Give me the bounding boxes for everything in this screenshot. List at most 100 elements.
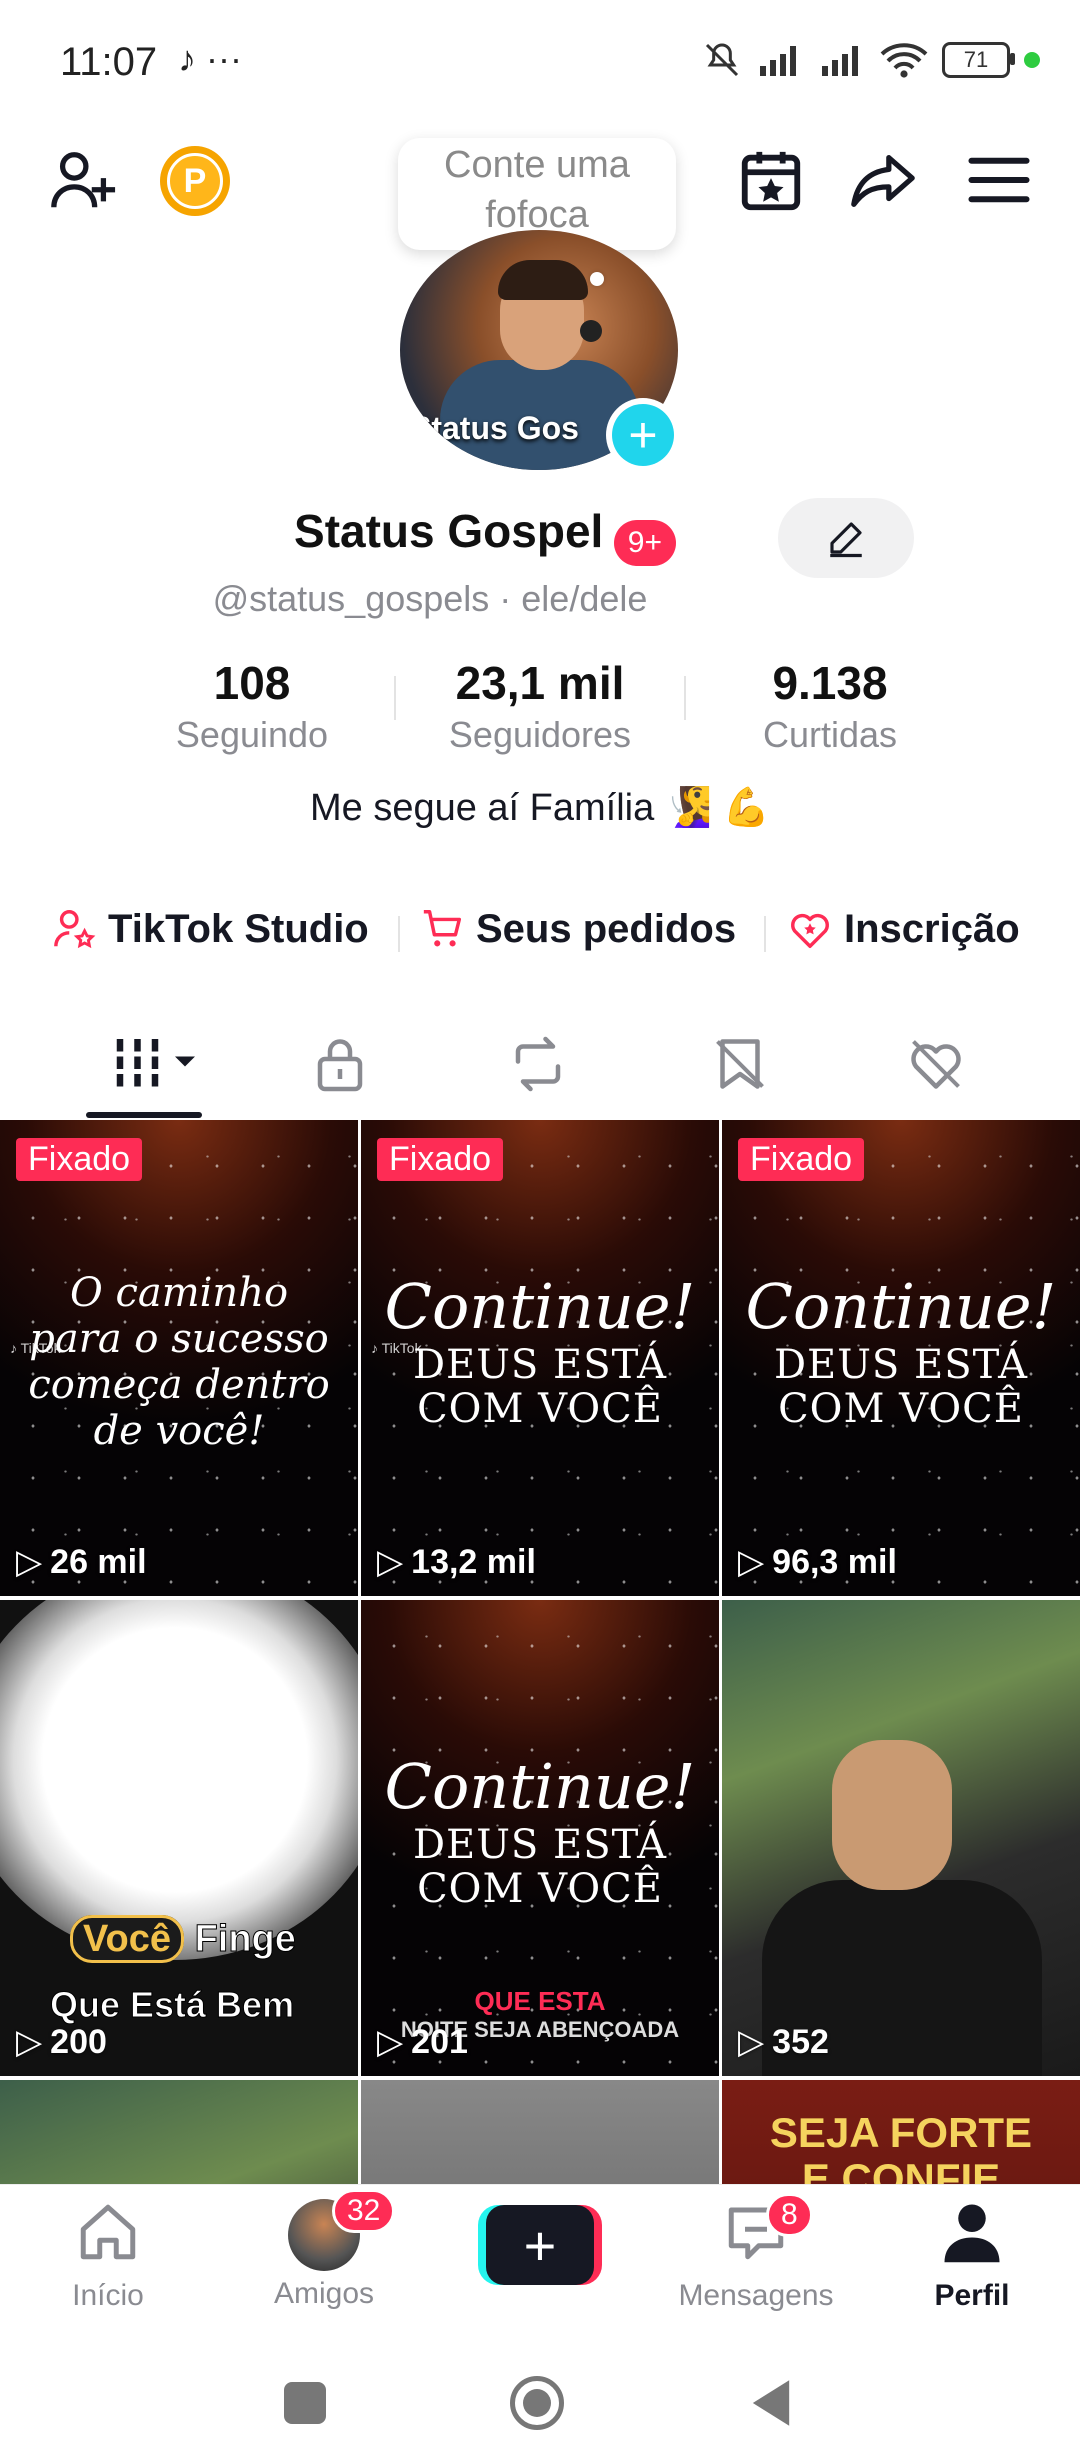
profile-tabs: [0, 1020, 1080, 1118]
video-text: SEJA FORTE E CONFIE: [722, 2110, 1080, 2185]
link-label: TikTok Studio: [108, 906, 369, 951]
avatar-caption: Status Gos: [410, 410, 579, 446]
status-notification-icons: ♪ ···: [178, 38, 242, 79]
bubble-line-1: Conte uma: [444, 144, 630, 186]
play-icon: ▷: [16, 2023, 43, 2061]
video-tile[interactable]: [361, 2080, 719, 2184]
view-count: ▷ 26 mil: [16, 1542, 147, 1582]
tab-liked[interactable]: [904, 1034, 968, 1099]
stat-value: 108: [213, 657, 291, 709]
back-icon[interactable]: [748, 2378, 794, 2428]
profile-handle: @status_gospels · ele/dele: [212, 578, 648, 619]
tab-reposts[interactable]: [508, 1034, 568, 1099]
lock-icon: [317, 1039, 363, 1092]
view-count-value: 200: [50, 2022, 107, 2061]
nav-label: Amigos: [273, 2277, 375, 2310]
bookmark-icon: [716, 1039, 764, 1089]
nav-profile[interactable]: Perfil: [872, 2199, 1072, 2313]
stat-label: Curtidas: [762, 714, 898, 755]
video-text-line: O caminho: [69, 1270, 289, 1316]
video-text-line: DEUS ESTÁ: [773, 1342, 1029, 1388]
recent-apps-icon[interactable]: [284, 2382, 326, 2424]
tab-videos[interactable]: [110, 1034, 200, 1099]
points-badge-icon[interactable]: P: [160, 146, 230, 216]
edit-profile-button[interactable]: [778, 498, 914, 578]
view-count: ▷ 201: [377, 2022, 468, 2062]
person-star-icon: [54, 910, 96, 949]
repost-icon: [515, 1036, 561, 1092]
video-text-line: COM VOCÊ: [417, 1866, 663, 1912]
stat-likes[interactable]: 9.138 Curtidas: [700, 656, 960, 756]
notification-badge[interactable]: 9+: [613, 519, 676, 566]
messages-badge: 8: [766, 2193, 813, 2237]
share-icon[interactable]: [848, 146, 918, 216]
link-tiktok-studio[interactable]: TikTok Studio: [52, 906, 369, 952]
video-text-line: COM VOCÊ: [417, 1386, 663, 1432]
nav-label: Mensagens: [678, 2279, 834, 2312]
status-right-icons: 71: [702, 40, 1040, 80]
nav-home[interactable]: Início: [8, 2199, 208, 2313]
video-text-line: DEUS ESTÁ: [412, 1342, 668, 1388]
view-count: ▷ 200: [16, 2022, 107, 2062]
cart-icon: [423, 910, 462, 947]
play-icon: ▷: [377, 1543, 404, 1581]
camera-dot-icon: [1024, 52, 1040, 68]
play-icon: ▷: [738, 1543, 765, 1581]
tab-active-indicator: [86, 1112, 202, 1118]
video-tile[interactable]: ▷ 352: [722, 1600, 1080, 2076]
video-tile[interactable]: Fixado ♪ TikTok O caminho para o sucesso…: [0, 1120, 358, 1596]
video-text-line: começa dentro: [28, 1362, 330, 1408]
plus-icon: +: [612, 404, 674, 466]
bottom-nav: Início 32 Amigos + 8 Mensagens Perfil: [0, 2184, 1080, 2335]
stat-followers[interactable]: 23,1 mil Seguidores: [410, 656, 670, 756]
video-tile[interactable]: Fixado Continue! DEUS ESTÁ COM VOCÊ ▷ 96,…: [722, 1120, 1080, 1596]
signal-icon-2: [822, 46, 858, 76]
video-tile[interactable]: [0, 2080, 358, 2184]
nav-label: Início: [72, 2279, 144, 2312]
video-tile[interactable]: Você Finge Que Está Bem ▷ 200: [0, 1600, 358, 2076]
video-text-line: DEUS ESTÁ: [412, 1822, 668, 1868]
profile-name: Status Gospel: [294, 505, 604, 557]
pinned-label: Fixado: [738, 1138, 865, 1181]
video-text-line: para o sucesso: [29, 1316, 329, 1362]
calendar-star-icon[interactable]: [736, 146, 806, 216]
status-time: 11:07: [60, 40, 158, 84]
view-count-value: 201: [411, 2022, 468, 2061]
add-friend-icon[interactable]: [48, 146, 118, 216]
video-text: Continue! DEUS ESTÁ COM VOCÊ: [361, 1270, 719, 1431]
videos-grid-icon: [116, 1039, 195, 1089]
signal-icon: [760, 46, 796, 76]
play-icon: ▷: [377, 2023, 404, 2061]
create-button[interactable]: +: [478, 2205, 602, 2285]
pinned-label: Fixado: [377, 1138, 504, 1181]
stat-following[interactable]: 108 Seguindo: [122, 656, 382, 756]
link-orders[interactable]: Seus pedidos: [420, 906, 736, 952]
battery-icon: 71: [942, 42, 1015, 78]
nav-friends[interactable]: 32 Amigos: [224, 2189, 424, 2311]
video-tile[interactable]: SEJA FORTE E CONFIE: [722, 2080, 1080, 2184]
link-subscription[interactable]: Inscrição: [786, 906, 1020, 952]
video-tile[interactable]: Fixado ♪ TikTok Continue! DEUS ESTÁ COM …: [361, 1120, 719, 1596]
stat-value: 9.138: [772, 657, 888, 709]
liked-icon: [911, 1040, 961, 1089]
video-text-line: COM VOCÊ: [778, 1386, 1024, 1432]
status-bar: 11:07 ♪ ··· 71: [0, 0, 1080, 130]
tab-favorites[interactable]: [710, 1034, 770, 1099]
bubble-tail: [590, 272, 604, 286]
wifi-icon: [880, 43, 928, 78]
heart-star-icon: [791, 913, 829, 948]
view-count: ▷ 13,2 mil: [377, 1542, 536, 1582]
add-story-button[interactable]: +: [606, 398, 680, 472]
nav-messages[interactable]: 8 Mensagens: [656, 2193, 856, 2313]
video-text-line: de você!: [93, 1408, 265, 1454]
video-tile[interactable]: Continue! DEUS ESTÁ COM VOCÊ QUE ESTA NO…: [361, 1600, 719, 2076]
video-text-line: QUE ESTA: [474, 1986, 606, 2016]
pinned-label: Fixado: [16, 1138, 143, 1181]
view-count: ▷ 352: [738, 2022, 829, 2062]
home-button-icon[interactable]: [510, 2376, 564, 2430]
play-icon: ▷: [738, 2023, 765, 2061]
view-count: ▷ 96,3 mil: [738, 1542, 897, 1582]
menu-icon[interactable]: [966, 150, 1032, 210]
play-icon: ▷: [16, 1543, 43, 1581]
tab-private[interactable]: [310, 1034, 370, 1099]
